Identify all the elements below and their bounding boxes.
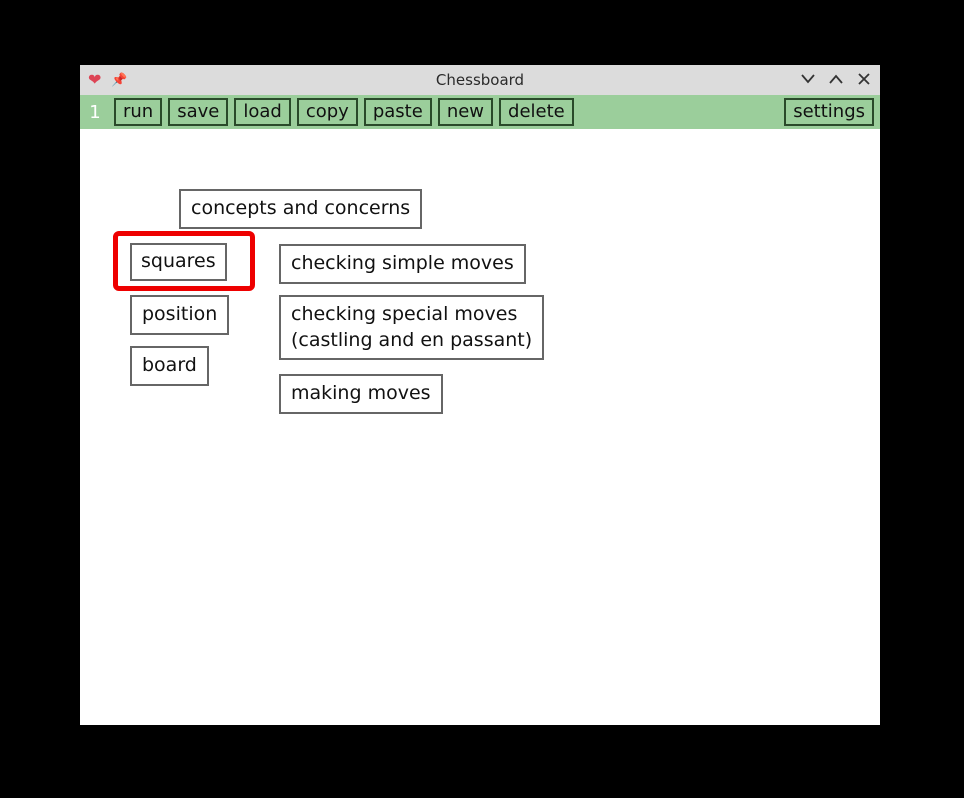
close-icon[interactable] xyxy=(856,72,872,89)
node-board[interactable]: board xyxy=(130,346,209,386)
pin-icon[interactable]: 📌 xyxy=(111,74,127,87)
node-squares-inner: squares xyxy=(130,243,227,281)
node-special-moves[interactable]: checking special moves (castling and en … xyxy=(279,295,544,360)
node-position[interactable]: position xyxy=(130,295,229,335)
new-button[interactable]: new xyxy=(438,98,493,127)
titlebar: ❤ 📌 Chessboard xyxy=(80,65,880,95)
node-root[interactable]: concepts and concerns xyxy=(179,189,422,229)
maximize-icon[interactable] xyxy=(828,72,844,88)
node-making-moves[interactable]: making moves xyxy=(279,374,443,414)
copy-button[interactable]: copy xyxy=(297,98,358,127)
window-title: Chessboard xyxy=(436,71,524,89)
minimize-icon[interactable] xyxy=(800,72,816,88)
settings-button[interactable]: settings xyxy=(784,98,874,127)
line-number: 1 xyxy=(80,95,110,129)
toolbar-buttons-left: run save load copy paste new delete xyxy=(110,98,574,127)
window-controls xyxy=(800,72,872,89)
app-window: ❤ 📌 Chessboard 1 run save load copy past… xyxy=(80,65,880,725)
run-button[interactable]: run xyxy=(114,98,162,127)
save-button[interactable]: save xyxy=(168,98,228,127)
paste-button[interactable]: paste xyxy=(364,98,432,127)
node-simple-moves[interactable]: checking simple moves xyxy=(279,244,526,284)
canvas[interactable]: concepts and concerns squares position b… xyxy=(80,129,880,725)
titlebar-left: ❤ 📌 xyxy=(88,72,128,88)
load-button[interactable]: load xyxy=(234,98,290,127)
node-squares[interactable]: squares xyxy=(130,243,227,281)
heart-icon[interactable]: ❤ xyxy=(88,72,101,88)
delete-button[interactable]: delete xyxy=(499,98,574,127)
toolbar: 1 run save load copy paste new delete se… xyxy=(80,95,880,129)
